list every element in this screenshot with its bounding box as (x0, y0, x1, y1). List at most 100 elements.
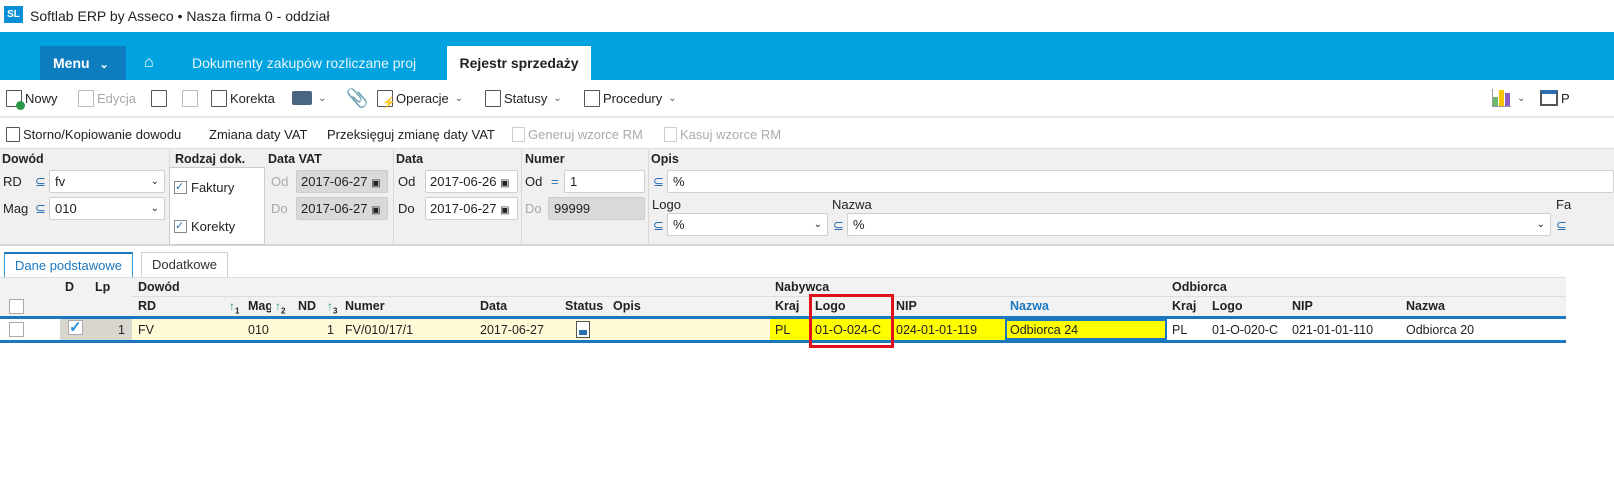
divider (648, 150, 649, 244)
mag-select[interactable]: 010 ⌄ (49, 197, 165, 220)
data-vat-do-input[interactable]: 2017-06-27 ▣ (296, 197, 388, 220)
przeksieguj-button[interactable]: Przeksięguj zmianę daty VAT (327, 122, 495, 146)
subset-symbol: ⊆ (653, 218, 664, 233)
group-dowod: Dowód (138, 280, 180, 294)
document-icon[interactable] (576, 321, 590, 338)
col-odbiorca-nazwa[interactable]: Nazwa (1406, 299, 1445, 313)
data-vat-od-label: Od (271, 174, 289, 189)
d-checkbox[interactable]: ✓ (68, 320, 83, 335)
col-odbiorca-logo[interactable]: Logo (1212, 299, 1243, 313)
divider (393, 150, 394, 244)
col-numer[interactable]: Numer (345, 299, 385, 313)
col-status[interactable]: Status (565, 299, 603, 313)
kasuj-label: Kasuj wzorce RM (680, 126, 782, 142)
opis-label: Opis (651, 152, 679, 166)
bar-chart-icon (1492, 89, 1511, 107)
korekta-button[interactable]: Korekta (211, 86, 275, 110)
calendar-icon: ▣ (500, 178, 510, 189)
operacje-label: Operacje (396, 90, 449, 106)
app-logo: SL (4, 6, 23, 23)
subset-symbol: ⊆ (833, 218, 844, 233)
col-lp[interactable]: Lp (95, 280, 110, 294)
tab-rejestr-sprzedazy[interactable]: Rejestr sprzedaży (447, 46, 591, 80)
cell-data: 2017-06-27 (480, 323, 544, 337)
home-icon[interactable]: ⌂ (144, 54, 154, 72)
numer-do-input[interactable]: 99999 (548, 197, 645, 220)
preview-button[interactable] (151, 86, 167, 110)
window-icon (1540, 90, 1558, 106)
printer-icon (292, 91, 312, 105)
col-nabywca-nip[interactable]: NIP (896, 299, 917, 313)
data-do-input[interactable]: 2017-06-27 ▣ (425, 197, 518, 220)
col-nabywca-nazwa[interactable]: Nazwa (1010, 299, 1049, 313)
nazwa-label: Nazwa (832, 197, 872, 212)
calendar-icon: ▣ (371, 205, 381, 216)
calendar-icon: ▣ (500, 205, 510, 216)
chevron-down-icon: ⌄ (454, 92, 464, 104)
checkmark-icon: ✓ (174, 220, 187, 233)
numer-od-input[interactable]: 1 (564, 170, 645, 193)
data-od-input[interactable]: 2017-06-26 ▣ (425, 170, 518, 193)
edycja-button[interactable]: Edycja (78, 86, 136, 110)
col-opis[interactable]: Opis (613, 299, 641, 313)
faktury-checkbox[interactable]: ✓ Faktury (174, 180, 234, 195)
col-odbiorca-nip[interactable]: NIP (1292, 299, 1313, 313)
korekta-icon (211, 89, 227, 107)
attachment-icon[interactable]: 📎 (346, 86, 368, 110)
preview-icon (151, 89, 167, 107)
col-nd[interactable]: ND (298, 299, 316, 313)
tab-dodatkowe[interactable]: Dodatkowe (141, 252, 229, 277)
col-data[interactable]: Data (480, 299, 507, 313)
procedury-label: Procedury (603, 90, 663, 106)
print-button[interactable]: ⌄ (292, 86, 326, 110)
col-mag[interactable]: Mag (248, 299, 271, 313)
logo-select[interactable]: % ⌄ (667, 213, 828, 236)
subset-symbol: ⊆ (35, 201, 46, 216)
kasuj-wzorce-button[interactable]: Kasuj wzorce RM (664, 122, 781, 146)
window-title: Softlab ERP by Asseco • Nasza firma 0 - … (30, 8, 330, 24)
col-rd[interactable]: RD (138, 299, 156, 313)
menu-button[interactable]: Menu ⌄ (40, 46, 126, 80)
generate-icon (512, 126, 525, 142)
col-nabywca-kraj[interactable]: Kraj (775, 299, 799, 313)
edycja-label: Edycja (97, 90, 137, 106)
fa-label: Fa (1556, 197, 1572, 212)
window-button[interactable]: P (1540, 86, 1570, 110)
tab-dokumenty-zakupow[interactable]: Dokumenty zakupów rozliczane proj (180, 46, 430, 80)
dowod-label: Dowód (2, 152, 44, 166)
select-all-checkbox[interactable] (9, 299, 24, 314)
nowy-button[interactable]: Nowy (6, 86, 58, 110)
numer-do-label: Do (525, 201, 542, 216)
chart-button[interactable]: ⌄ (1492, 86, 1525, 110)
nazwa-select[interactable]: % ⌄ (847, 213, 1551, 236)
new-document-icon (6, 89, 25, 110)
rodzaj-label: Rodzaj dok. (175, 152, 246, 166)
col-odbiorca-kraj[interactable]: Kraj (1172, 299, 1196, 313)
edit-icon (78, 89, 94, 107)
cell-odbiorca-nip: 021-01-01-110 (1292, 323, 1374, 337)
delete-button[interactable] (182, 86, 198, 110)
data-vat-do-label: Do (271, 201, 288, 216)
opis-input[interactable]: % (667, 170, 1614, 193)
delete-template-icon (664, 126, 677, 142)
window-label: P (1561, 90, 1570, 106)
row-checkbox[interactable] (9, 322, 24, 337)
data-vat-od-input[interactable]: 2017-06-27 ▣ (296, 170, 388, 193)
tab-dane-podstawowe[interactable]: Dane podstawowe (4, 252, 133, 277)
subset-symbol: ⊆ (653, 174, 664, 189)
row-highlight (132, 319, 770, 340)
korekty-checkbox[interactable]: ✓ Korekty (174, 219, 235, 234)
rd-select[interactable]: fv ⌄ (49, 170, 165, 193)
operacje-button[interactable]: ⚡ Operacje ⌄ (377, 86, 463, 110)
chevron-down-icon: ⌄ (150, 176, 159, 187)
subset-symbol: ⊆ (1556, 218, 1567, 233)
sort-asc-icon: ↑1 (229, 299, 240, 316)
procedury-button[interactable]: Procedury ⌄ (584, 86, 677, 110)
generuj-wzorce-button[interactable]: Generuj wzorce RM (512, 122, 643, 146)
logo-label: Logo (652, 197, 681, 212)
annotation-highlight-box (809, 294, 894, 348)
zmiana-daty-vat-button[interactable]: Zmiana daty VAT (209, 122, 308, 146)
col-d[interactable]: D (65, 280, 74, 294)
statusy-button[interactable]: Statusy ⌄ (485, 86, 562, 110)
storno-button[interactable]: Storno/Kopiowanie dowodu (6, 122, 181, 146)
